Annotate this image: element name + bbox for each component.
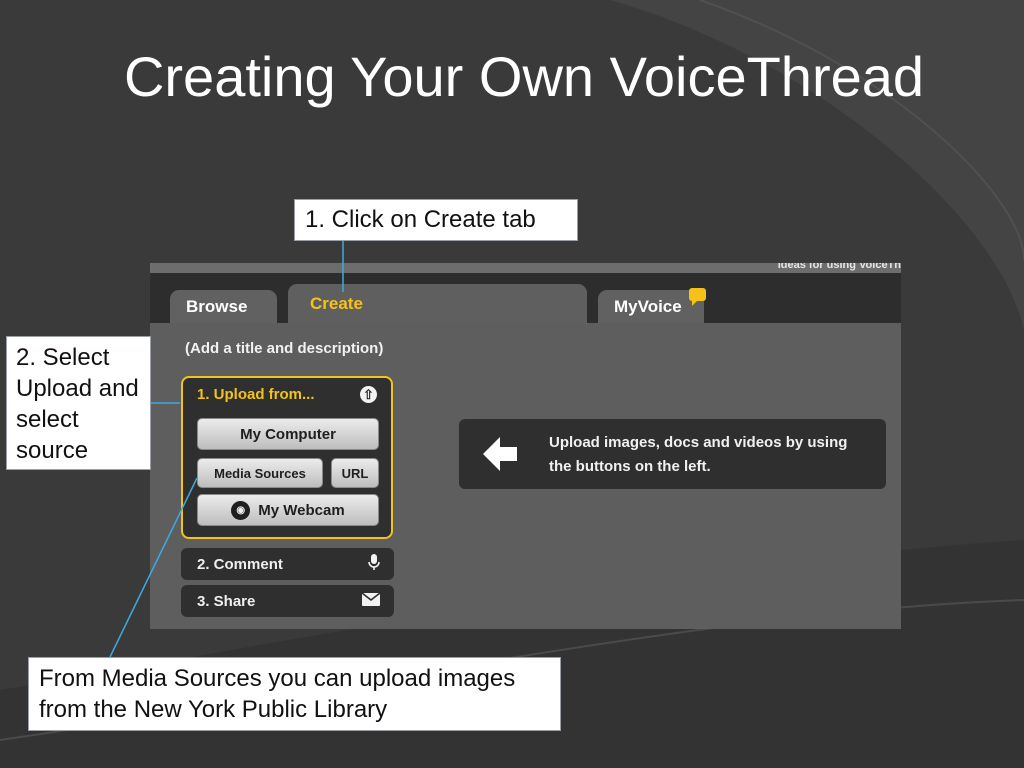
up-arrow-circle-icon: ⇧ — [360, 386, 377, 403]
my-computer-button[interactable]: My Computer — [197, 418, 379, 450]
tab-strip: Browse Create MyVoice — [150, 273, 901, 324]
callout-select-upload: 2. Select Upload and select source — [6, 336, 151, 470]
my-webcam-label: My Webcam — [258, 501, 345, 519]
upload-hint-text: Upload images, docs and videos by using … — [549, 434, 848, 475]
media-sources-button[interactable]: Media Sources — [197, 458, 323, 488]
voicethread-app-screenshot: Ideas for using VoiceTh Browse Create My… — [150, 263, 901, 629]
tab-browse[interactable]: Browse — [170, 290, 277, 323]
envelope-icon — [361, 591, 381, 610]
url-button[interactable]: URL — [331, 458, 379, 488]
create-panel: (Add a title and description) 1. Upload … — [150, 323, 901, 629]
share-step-label: 3. Share — [197, 592, 256, 610]
app-topbar: Ideas for using VoiceTh — [150, 263, 901, 273]
comment-step-label: 2. Comment — [197, 555, 283, 573]
share-step[interactable]: 3. Share — [181, 585, 394, 617]
upload-panel: 1. Upload from... ⇧ My Computer Media So… — [181, 376, 393, 539]
callout-media-sources-note: From Media Sources you can upload images… — [28, 657, 561, 731]
comment-step[interactable]: 2. Comment — [181, 548, 394, 580]
left-arrow-icon — [483, 437, 517, 471]
camera-icon: ◉ — [231, 500, 251, 520]
callout-click-create-tab: 1. Click on Create tab — [294, 199, 578, 241]
topbar-link[interactable]: Ideas for using VoiceTh — [778, 263, 901, 271]
message-bubble-icon — [689, 288, 706, 306]
upload-hint-box: Upload images, docs and videos by using … — [459, 419, 886, 489]
upload-from-heading[interactable]: 1. Upload from... — [197, 386, 315, 403]
microphone-icon — [368, 553, 380, 575]
my-webcam-button[interactable]: ◉ My Webcam — [197, 494, 379, 526]
add-title-link[interactable]: (Add a title and description) — [185, 340, 383, 357]
tab-create[interactable]: Create — [288, 284, 587, 324]
slide-title: Creating Your Own VoiceThread — [123, 45, 925, 108]
